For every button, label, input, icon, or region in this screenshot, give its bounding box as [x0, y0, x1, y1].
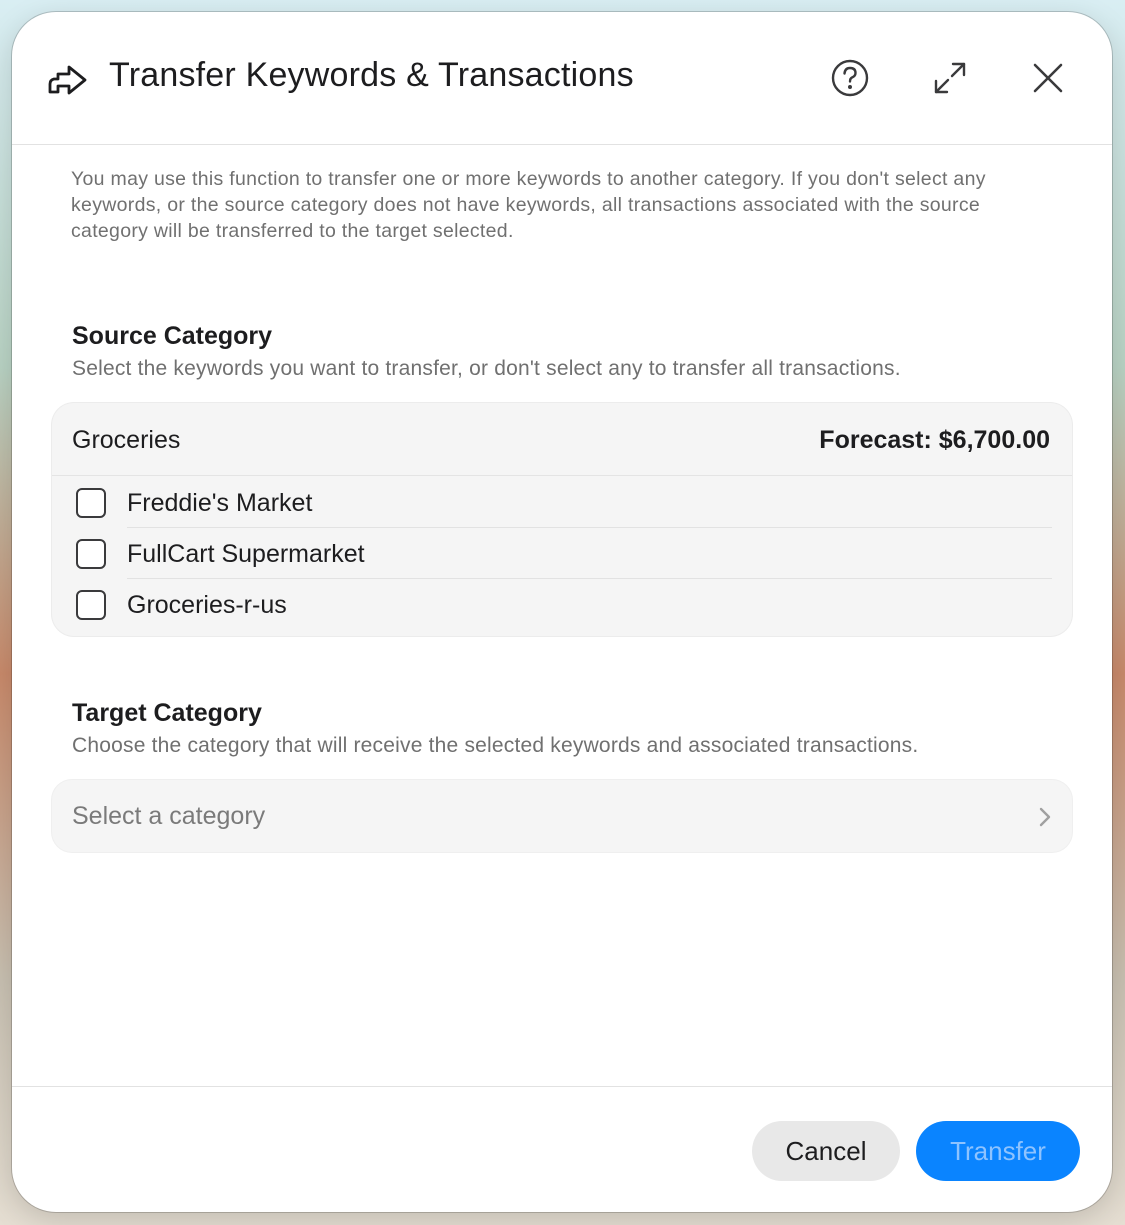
- dialog-description: You may use this function to transfer on…: [71, 168, 986, 242]
- target-category-select[interactable]: Select a category: [52, 780, 1072, 852]
- help-button[interactable]: [826, 56, 874, 104]
- transfer-dialog: Transfer Keywords & Transactions You may…: [12, 12, 1112, 1212]
- keyword-checkbox[interactable]: [76, 488, 106, 518]
- chevron-right-icon: [1038, 806, 1052, 828]
- source-category-title: Source Category: [72, 322, 273, 350]
- keyword-checkbox[interactable]: [76, 539, 106, 569]
- keyword-row[interactable]: Freddie's Market: [52, 477, 1072, 528]
- source-category-subtitle: Select the keywords you want to transfer…: [72, 357, 901, 380]
- close-icon: [1030, 60, 1066, 101]
- expand-icon: [932, 60, 968, 101]
- forecast-amount: Forecast: $6,700.00: [819, 426, 1050, 454]
- target-category-title: Target Category: [72, 699, 262, 727]
- select-placeholder: Select a category: [72, 802, 266, 830]
- keyword-checkbox[interactable]: [76, 590, 106, 620]
- target-category-subtitle: Choose the category that will receive th…: [72, 734, 919, 757]
- keyword-row[interactable]: Groceries-r-us: [52, 579, 1072, 630]
- source-category-card: Groceries Forecast: $6,700.00 Freddie's …: [52, 403, 1072, 636]
- source-category-name: Groceries: [72, 426, 181, 454]
- keyword-row[interactable]: FullCart Supermarket: [52, 528, 1072, 579]
- expand-button[interactable]: [926, 56, 974, 104]
- dialog-footer: Cancel Transfer: [12, 1086, 1112, 1212]
- source-card-header: Groceries Forecast: $6,700.00: [52, 403, 1072, 476]
- close-button[interactable]: [1024, 56, 1072, 104]
- help-icon: [830, 58, 870, 103]
- keyword-label: Freddie's Market: [127, 489, 313, 517]
- keyword-label: Groceries-r-us: [127, 591, 287, 619]
- dialog-title: Transfer Keywords & Transactions: [109, 56, 634, 94]
- transfer-button[interactable]: Transfer: [916, 1121, 1080, 1181]
- transfer-arrow-icon: [46, 62, 90, 98]
- dialog-header: Transfer Keywords & Transactions: [12, 12, 1112, 145]
- keyword-label: FullCart Supermarket: [127, 540, 365, 568]
- cancel-button[interactable]: Cancel: [752, 1121, 900, 1181]
